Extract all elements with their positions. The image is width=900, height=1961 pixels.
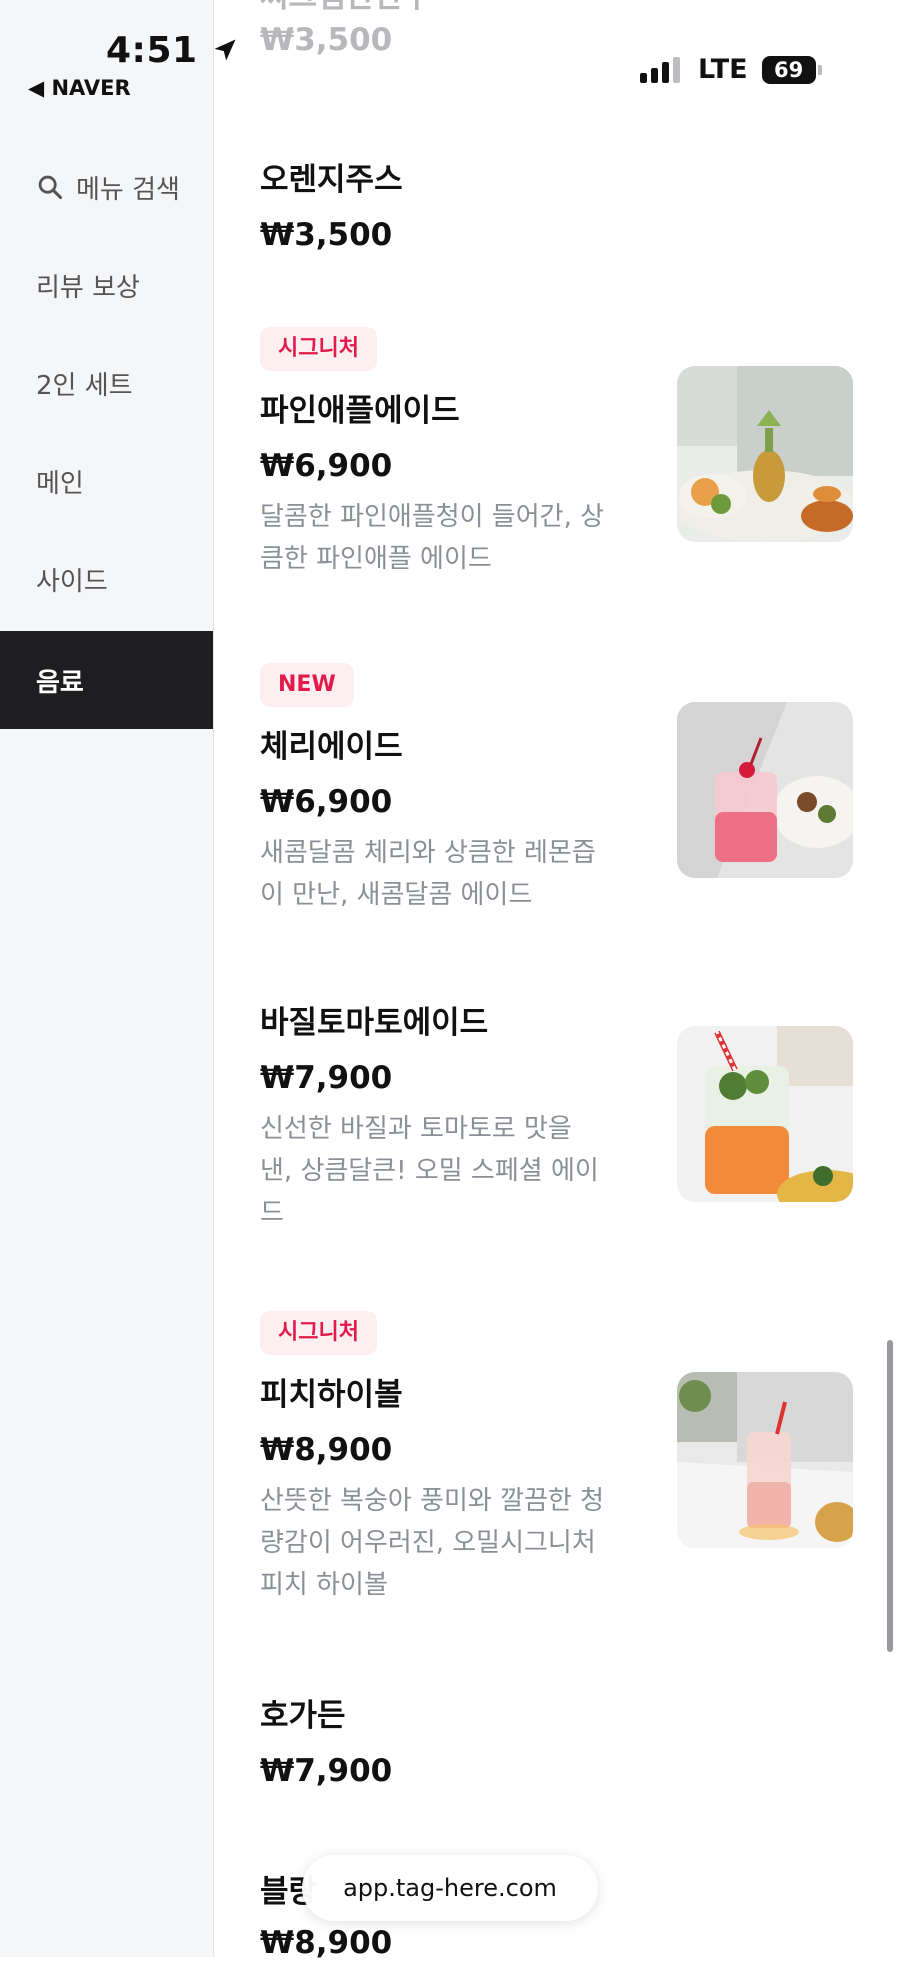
back-app-label: ◀ NAVER <box>28 76 131 100</box>
basil-tomato-ade-photo[interactable] <box>677 1026 853 1202</box>
menu-search-button[interactable]: 메뉴 검색 <box>0 138 213 236</box>
sidebar-item-side[interactable]: 사이드 <box>0 530 213 628</box>
desc-line: 큼한 파인애플 에이드 <box>260 544 492 574</box>
sidebar-item-review-reward[interactable]: 리뷰 보상 <box>0 236 213 334</box>
menu-item-partial[interactable]: 씨그램탄산수 ₩3,500 <box>260 0 860 58</box>
desc-line: 새콤달콤 체리와 상큼한 레몬즙 <box>260 838 596 868</box>
desc-line: 낸, 상큼달큰! 오밀 스페셜 에이 <box>260 1156 599 1186</box>
sidebar-item-label: 리뷰 보상 <box>36 272 140 303</box>
scrollbar[interactable] <box>887 1340 893 1652</box>
desc-line: 량감이 어우러진, 오밀시그니처 <box>260 1528 596 1558</box>
sidebar-item-drinks[interactable]: 음료 <box>0 631 213 729</box>
url-text: app.tag-here.com <box>343 1874 557 1902</box>
item-price: ₩7,900 <box>260 1753 393 1789</box>
network-type: LTE <box>698 54 748 85</box>
item-name: 씨그램탄산수 <box>260 0 860 14</box>
item-description: 신선한 바질과 토마토로 맛을 낸, 상큼달큰! 오밀 스페셜 에이 드 <box>260 1108 630 1234</box>
sidebar-item-label: 메인 <box>36 468 84 499</box>
item-name: 호가든 <box>260 1698 346 1734</box>
status-time: 4:51 <box>106 30 239 71</box>
item-description: 산뜻한 복숭아 풍미와 깔끔한 청 량감이 어우러진, 오밀시그니처 피치 하이… <box>260 1480 630 1606</box>
new-badge: NEW <box>260 663 354 707</box>
sidebar-item-main[interactable]: 메인 <box>0 432 213 530</box>
sidebar-item-set-for-two[interactable]: 2인 세트 <box>0 334 213 432</box>
sidebar-item-label: 음료 <box>36 667 84 698</box>
back-to-app-link[interactable]: ◀ NAVER <box>28 76 131 100</box>
desc-line: 피치 하이볼 <box>260 1570 388 1600</box>
signature-badge: 시그니처 <box>260 327 377 371</box>
menu-item[interactable]: 오렌지주스 ₩3,500 <box>260 154 860 253</box>
peach-highball-photo[interactable] <box>677 1372 853 1548</box>
sidebar-item-label: 2인 세트 <box>36 370 133 401</box>
menu-item[interactable]: 호가든 ₩7,900 <box>260 1690 860 1789</box>
desc-line: 산뜻한 복숭아 풍미와 깔끔한 청 <box>260 1486 605 1516</box>
signature-badge: 시그니처 <box>260 1311 377 1355</box>
cherry-ade-photo[interactable] <box>677 702 853 878</box>
search-icon <box>38 175 63 200</box>
item-price: ₩8,900 <box>260 1925 393 1961</box>
desc-line: 달콤한 파인애플청이 들어간, 상 <box>260 502 605 532</box>
item-description: 새콤달콤 체리와 상큼한 레몬즙 이 만난, 새콤달콤 에이드 <box>260 832 630 916</box>
status-time-text: 4:51 <box>106 30 198 71</box>
location-arrow-icon <box>214 39 236 61</box>
desc-line: 드 <box>260 1198 284 1228</box>
item-description: 달콤한 파인애플청이 들어간, 상 큼한 파인애플 에이드 <box>260 496 630 580</box>
menu-search-label: 메뉴 검색 <box>76 174 180 205</box>
status-indicators: LTE 69 <box>640 54 822 85</box>
url-bar[interactable]: app.tag-here.com <box>302 1855 598 1921</box>
sidebar-item-label: 사이드 <box>36 566 108 597</box>
pineapple-ade-photo[interactable] <box>677 366 853 542</box>
desc-line: 이 만난, 새콤달콤 에이드 <box>260 880 533 910</box>
item-price: ₩3,500 <box>260 217 393 253</box>
item-price: ₩3,500 <box>260 22 393 58</box>
signal-bars-icon <box>640 56 680 83</box>
desc-line: 신선한 바질과 토마토로 맛을 <box>260 1114 572 1144</box>
item-name: 오렌지주스 <box>260 162 403 198</box>
battery-indicator: 69 <box>761 55 822 84</box>
category-sidebar: 메뉴 검색 리뷰 보상 2인 세트 메인 사이드 음료 <box>0 0 214 1957</box>
